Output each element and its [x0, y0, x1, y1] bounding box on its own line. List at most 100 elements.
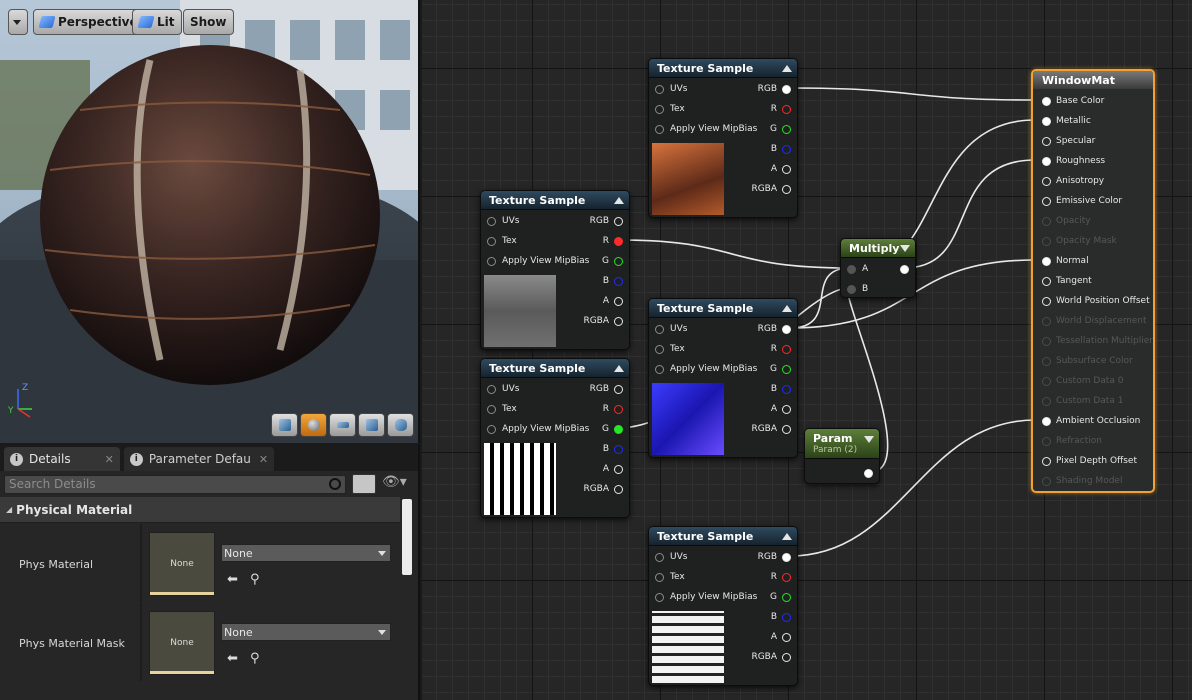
cube-button[interactable]	[358, 413, 385, 437]
input-pin-mipbias[interactable]: Apply View MipBias	[655, 589, 757, 605]
mat-input-ambient-occlusion[interactable]: Ambient Occlusion	[1042, 413, 1140, 429]
collapse-triangle-icon[interactable]	[782, 64, 792, 72]
material-result-node[interactable]: WindowMat Base Color Metallic Specular R…	[1031, 69, 1155, 493]
output-pin-b[interactable]: B	[771, 609, 791, 625]
mat-input-metallic[interactable]: Metallic	[1042, 113, 1091, 129]
output-pin-a[interactable]: A	[771, 629, 791, 645]
collapse-triangle-icon[interactable]	[614, 196, 624, 204]
output-pin-rgba[interactable]: RGBA	[583, 481, 623, 497]
tab-parameter-defaults[interactable]: i Parameter Defaults ✕	[123, 447, 275, 471]
output-pin-g[interactable]: G	[602, 253, 623, 269]
output-pin-b[interactable]: B	[603, 441, 623, 457]
collapse-triangle-icon[interactable]	[900, 244, 910, 252]
output-pin-a[interactable]: A	[603, 293, 623, 309]
output-pin-rgba[interactable]: RGBA	[751, 421, 791, 437]
asset-thumbnail[interactable]: None	[149, 532, 215, 596]
output-pin-rgb[interactable]: RGB	[758, 549, 791, 565]
asset-picker-combo[interactable]: None	[221, 544, 391, 562]
input-pin-b[interactable]: B	[847, 281, 868, 297]
mat-input-base-color[interactable]: Base Color	[1042, 93, 1104, 109]
use-selected-arrow-icon[interactable]: ⬅	[227, 572, 238, 587]
output-pin-rgb[interactable]: RGB	[758, 321, 791, 337]
output-pin-r[interactable]: R	[603, 401, 623, 417]
cylinder-button[interactable]	[271, 413, 298, 437]
output-pin-r[interactable]: R	[771, 101, 791, 117]
column-divider[interactable]	[140, 603, 142, 681]
input-pin-tex[interactable]: Tex	[655, 341, 685, 357]
input-pin-mipbias[interactable]: Apply View MipBias	[487, 421, 589, 437]
input-pin-tex[interactable]: Tex	[655, 569, 685, 585]
sphere-button[interactable]	[300, 413, 327, 437]
browse-search-icon[interactable]: ⚲	[250, 572, 260, 587]
browse-search-icon[interactable]: ⚲	[250, 651, 260, 666]
input-pin-mipbias[interactable]: Apply View MipBias	[655, 361, 757, 377]
property-matrix-button[interactable]	[352, 474, 376, 494]
teapot-button[interactable]	[387, 413, 414, 437]
mat-input-pixel-depth-offset[interactable]: Pixel Depth Offset	[1042, 453, 1137, 469]
output-pin[interactable]	[895, 261, 909, 277]
collapse-triangle-icon[interactable]	[864, 436, 874, 443]
input-pin-uvs[interactable]: UVs	[655, 321, 687, 337]
texture-sample-node[interactable]: Texture Sample UVs Tex Apply View MipBia…	[480, 190, 630, 350]
output-pin-g[interactable]: G	[770, 589, 791, 605]
collapse-triangle-icon[interactable]	[782, 532, 792, 540]
tab-details[interactable]: i Details ✕	[4, 447, 120, 471]
show-button[interactable]: Show	[183, 9, 234, 35]
texture-sample-node[interactable]: Texture Sample UVs Tex Apply View MipBia…	[480, 358, 630, 518]
asset-picker-combo[interactable]: None	[221, 623, 391, 641]
input-pin-tex[interactable]: Tex	[487, 233, 517, 249]
input-pin-tex[interactable]: Tex	[487, 401, 517, 417]
close-tab-icon[interactable]: ✕	[259, 453, 268, 466]
output-pin-rgba[interactable]: RGBA	[751, 181, 791, 197]
search-details-input[interactable]: Search Details	[4, 474, 346, 494]
input-pin-tex[interactable]: Tex	[655, 101, 685, 117]
output-pin-r[interactable]: R	[771, 341, 791, 357]
output-pin-g[interactable]: G	[770, 121, 791, 137]
output-pin-r[interactable]: R	[771, 569, 791, 585]
mat-input-normal[interactable]: Normal	[1042, 253, 1089, 269]
input-pin-uvs[interactable]: UVs	[655, 81, 687, 97]
output-pin-rgba[interactable]: RGBA	[583, 313, 623, 329]
details-scrollbar[interactable]	[402, 499, 412, 575]
output-pin[interactable]	[859, 465, 873, 481]
use-selected-arrow-icon[interactable]: ⬅	[227, 651, 238, 666]
asset-thumbnail[interactable]: None	[149, 611, 215, 675]
output-pin-b[interactable]: B	[771, 381, 791, 397]
output-pin-a[interactable]: A	[771, 401, 791, 417]
mat-input-tangent[interactable]: Tangent	[1042, 273, 1092, 289]
input-pin-uvs[interactable]: UVs	[487, 381, 519, 397]
mat-input-anisotropy[interactable]: Anisotropy	[1042, 173, 1104, 189]
close-tab-icon[interactable]: ✕	[105, 453, 114, 466]
section-physical-material[interactable]: ◢ Physical Material	[0, 497, 400, 523]
mat-input-specular[interactable]: Specular	[1042, 133, 1095, 149]
mat-input-world-position-offset[interactable]: World Position Offset	[1042, 293, 1150, 309]
collapse-triangle-icon[interactable]	[782, 304, 792, 312]
material-preview-viewport[interactable]: Perspective Lit Show Z Y	[0, 0, 420, 443]
output-pin-rgba[interactable]: RGBA	[751, 649, 791, 665]
mat-input-roughness[interactable]: Roughness	[1042, 153, 1105, 169]
param-node[interactable]: Param Param (2)	[804, 428, 880, 484]
viewport-menu-button[interactable]	[8, 9, 28, 35]
texture-sample-node[interactable]: Texture Sample UVs Tex Apply View MipBia…	[648, 58, 798, 218]
output-pin-rgb[interactable]: RGB	[590, 213, 623, 229]
input-pin-mipbias[interactable]: Apply View MipBias	[655, 121, 757, 137]
output-pin-a[interactable]: A	[771, 161, 791, 177]
plane-button[interactable]	[329, 413, 356, 437]
output-pin-g[interactable]: G	[602, 421, 623, 437]
texture-sample-node[interactable]: Texture Sample UVs Tex Apply View MipBia…	[648, 298, 798, 458]
lit-button[interactable]: Lit	[132, 9, 182, 35]
input-pin-uvs[interactable]: UVs	[655, 549, 687, 565]
output-pin-b[interactable]: B	[603, 273, 623, 289]
multiply-node[interactable]: Multiply A B	[840, 238, 916, 298]
collapse-triangle-icon[interactable]	[614, 364, 624, 372]
view-options-eye-icon[interactable]: 👁▾	[382, 474, 412, 494]
material-graph-canvas[interactable]: Texture Sample UVs Tex Apply View MipBia…	[422, 0, 1192, 700]
perspective-button[interactable]: Perspective	[33, 9, 145, 35]
output-pin-a[interactable]: A	[603, 461, 623, 477]
texture-sample-node[interactable]: Texture Sample UVs Tex Apply View MipBia…	[648, 526, 798, 686]
input-pin-uvs[interactable]: UVs	[487, 213, 519, 229]
column-divider[interactable]	[140, 524, 142, 602]
input-pin-a[interactable]: A	[847, 261, 868, 277]
input-pin-mipbias[interactable]: Apply View MipBias	[487, 253, 589, 269]
output-pin-rgb[interactable]: RGB	[590, 381, 623, 397]
